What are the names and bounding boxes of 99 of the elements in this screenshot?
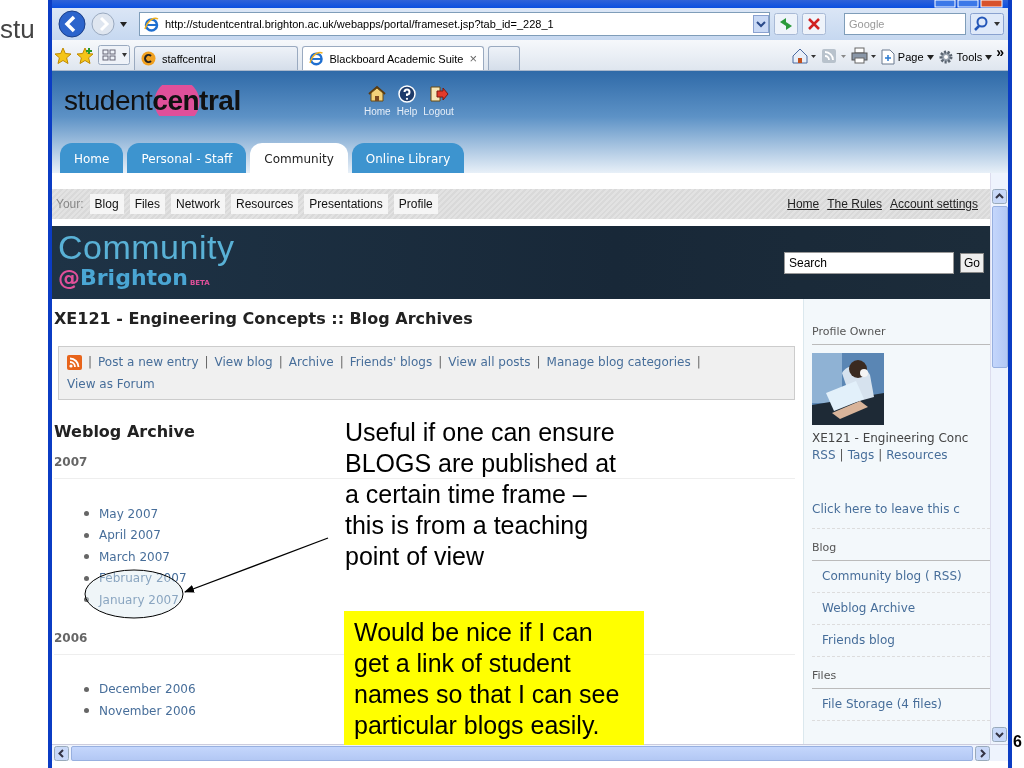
site-tab[interactable]: Personal - Staff [127, 143, 247, 173]
nav-link[interactable]: The Rules [827, 197, 882, 211]
month-link[interactable]: May 2007 [99, 506, 159, 521]
browser-tab[interactable]: staffcentral [134, 46, 298, 70]
year-heading: 2006 [54, 630, 88, 645]
url-text: http://studentcentral.brighton.ac.uk/webapps/portal/frameset.jsp?tab_id=_228_1 [165, 18, 555, 30]
help-link[interactable]: Help [396, 85, 418, 117]
home-icon[interactable] [790, 47, 817, 65]
page-icon [309, 51, 324, 66]
site-logo[interactable]: studentcentral [64, 85, 364, 117]
action-link[interactable]: Post a new entry [98, 351, 199, 373]
stop-icon[interactable] [802, 13, 826, 35]
page-number: 6 [1013, 733, 1022, 751]
favorites-icon[interactable] [54, 47, 72, 65]
rss-icon[interactable] [67, 354, 82, 370]
bullet-icon [84, 597, 89, 603]
nav-link[interactable]: Home [787, 197, 820, 211]
profile-name: XE121 - Engineering Conc [812, 431, 970, 445]
action-link[interactable]: Friends' blogs [349, 351, 433, 373]
nav-button[interactable]: Files [129, 194, 165, 214]
site-icon [141, 51, 156, 66]
scroll-right-icon[interactable] [975, 745, 990, 761]
bullet-icon [84, 511, 89, 517]
section-heading: Weblog Archive [54, 422, 195, 441]
page-heading: XE121 - Engineering Concepts :: Blog Archives [54, 309, 474, 328]
separator: | [88, 354, 93, 371]
caret-icon[interactable] [120, 21, 127, 27]
door-icon [428, 85, 449, 103]
separator: | [438, 354, 443, 371]
dropdown-icon[interactable] [753, 15, 769, 33]
profile-link[interactable]: RSS [812, 448, 836, 462]
overflow-button[interactable]: » [996, 44, 1004, 60]
scroll-up-icon[interactable] [992, 189, 1007, 204]
help-icon [397, 85, 416, 103]
search-field[interactable]: Google [844, 13, 966, 35]
separator: | [204, 354, 209, 371]
address-field[interactable]: http://studentcentral.brighton.ac.uk/webapps/portal/frameset.jsp?tab_id=_228_1 [139, 12, 770, 36]
year-heading: 2007 [54, 455, 88, 469]
document-icon [880, 49, 895, 65]
nav-button[interactable]: Profile [393, 194, 438, 214]
search-field[interactable]: Search [784, 251, 954, 274]
gear-icon [937, 49, 954, 65]
go-button[interactable]: Go [960, 252, 984, 273]
scroll-left-icon[interactable] [54, 745, 69, 761]
nav-label: Your: [56, 197, 84, 211]
nav-link[interactable]: Account settings [889, 197, 978, 211]
home-icon [368, 85, 387, 103]
month-link[interactable]: April 2007 [99, 528, 161, 543]
nav-button[interactable]: Network [170, 194, 225, 214]
separator: | [278, 354, 283, 371]
page-icon [144, 16, 159, 32]
printer-icon[interactable] [850, 47, 877, 65]
nav-button[interactable]: Blog [89, 194, 124, 214]
nav-button[interactable]: Resources [231, 194, 299, 214]
home-link[interactable]: Home [364, 85, 391, 117]
bullet-icon [84, 532, 89, 538]
sticky-note: Would be nice if I can get a link of student names so that I can see particular blogs easily. [344, 611, 644, 745]
month-link[interactable]: November 2006 [99, 703, 196, 718]
refresh-icon[interactable] [774, 13, 798, 35]
separator: | [839, 448, 844, 462]
browser-tab[interactable]: Blackboard Academic Suite × [302, 46, 484, 70]
bullet-icon [84, 575, 89, 581]
separator: | [339, 354, 344, 371]
window-buttons-icon[interactable] [934, 0, 1004, 8]
separator: | [878, 448, 883, 462]
action-link[interactable]: View as Forum [67, 373, 155, 395]
close-tab-button[interactable]: × [469, 51, 477, 66]
month-link[interactable]: December 2006 [99, 682, 196, 697]
caret-icon [985, 54, 993, 60]
action-link[interactable]: View blog [214, 351, 273, 373]
banner-title: Community [58, 229, 235, 265]
bullet-icon [84, 708, 89, 714]
bullet-icon [84, 554, 89, 560]
site-tab[interactable]: Online Library [351, 143, 465, 173]
profile-link[interactable]: Resources [886, 448, 948, 462]
action-link[interactable]: Archive [288, 351, 334, 373]
site-tab[interactable]: Home [60, 143, 124, 173]
action-link[interactable]: View all posts [448, 351, 531, 373]
nav-button[interactable]: Presentations [304, 194, 388, 214]
site-tab[interactable]: Community [250, 143, 348, 173]
page-menu[interactable]: Page [880, 49, 934, 65]
add-favorite-icon[interactable] [76, 47, 94, 65]
back-icon[interactable] [58, 10, 86, 38]
separator: | [536, 354, 541, 371]
quick-tabs-icon[interactable] [98, 45, 130, 65]
separator: | [696, 354, 701, 371]
logout-link[interactable]: Logout [423, 85, 454, 117]
search-icon[interactable] [970, 13, 1004, 35]
annotation-text: Useful if one can ensure BLOGS are published at a certain time frame – this is from a teaching point of view [345, 417, 617, 572]
caret-icon [926, 54, 934, 60]
scroll-down-icon[interactable] [992, 727, 1007, 742]
bullet-icon [84, 686, 89, 692]
slide-title: stu [0, 14, 35, 45]
month-link[interactable]: March 2007 [99, 549, 170, 564]
action-link[interactable]: Manage blog categories [546, 351, 691, 373]
vertical-scrollbar[interactable] [990, 173, 1008, 744]
tools-menu[interactable]: Tools [937, 49, 993, 65]
scrollbar-thumb[interactable] [991, 206, 1008, 368]
profile-link[interactable]: Tags [847, 448, 875, 462]
